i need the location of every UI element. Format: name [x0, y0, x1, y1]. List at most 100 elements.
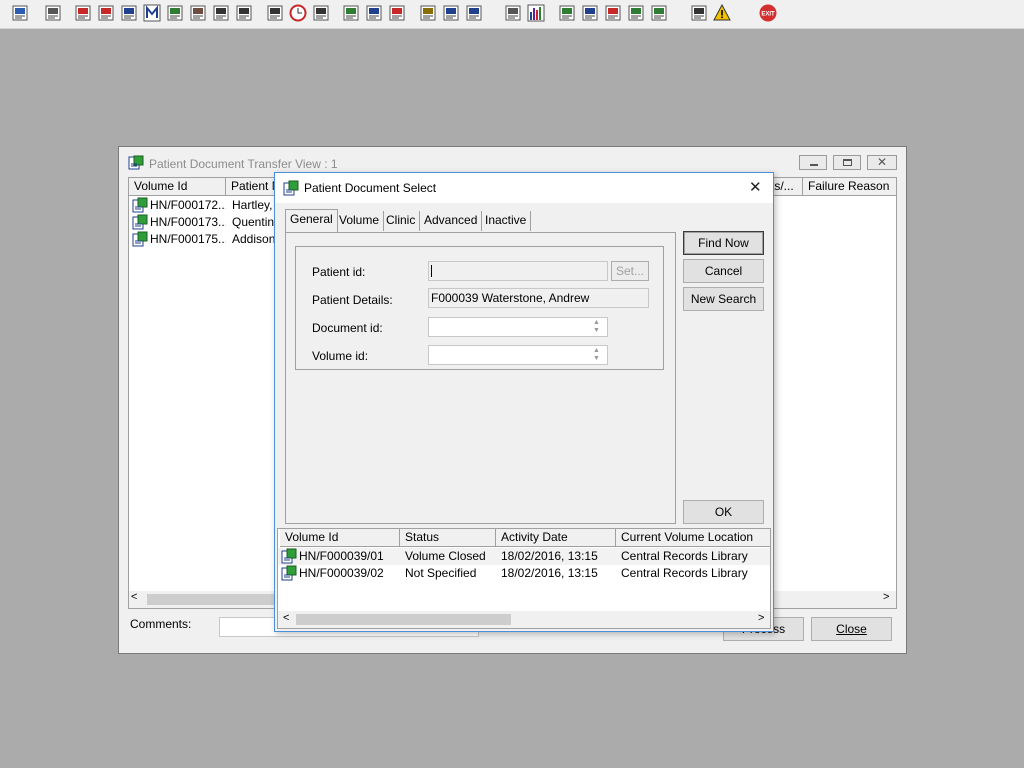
volume-document-icon — [132, 231, 148, 247]
car-icon — [442, 4, 460, 22]
window-title: Patient Document Transfer View : 1 — [149, 157, 338, 171]
volume-document-icon — [281, 565, 297, 581]
patient-details-label: Patient Details: — [312, 293, 393, 307]
results-list: Volume Id Status Activity Date Current V… — [277, 528, 771, 629]
check-doc-button[interactable] — [579, 2, 601, 24]
set-button[interactable]: Set... — [611, 261, 649, 281]
column-header-patient[interactable]: Patient N — [226, 178, 278, 196]
form-button[interactable] — [363, 2, 385, 24]
user-button[interactable] — [9, 2, 31, 24]
tab-volume[interactable]: Volume — [335, 211, 385, 231]
maximize-button[interactable] — [833, 155, 861, 170]
result-row[interactable]: HN/F000039/01 Volume Closed 18/02/2016, 13… — [278, 548, 770, 565]
patient-document-select-dialog: Patient Document Select ✕ General Volume… — [274, 172, 774, 632]
cell-volume-id: HN/F000039/01 — [299, 549, 384, 563]
results-header-status[interactable]: Status — [400, 529, 496, 547]
minimize-button[interactable] — [799, 155, 827, 170]
phone-icon — [212, 4, 230, 22]
file-edit-button[interactable] — [95, 2, 117, 24]
transfer-app-icon — [128, 155, 144, 171]
results-scroll-left-arrow[interactable]: < — [283, 612, 289, 624]
monitor-button[interactable] — [310, 2, 332, 24]
cell-volume-id: HN/F000172... — [150, 198, 226, 212]
tab-inactive[interactable]: Inactive — [481, 211, 532, 231]
route-button[interactable] — [602, 2, 624, 24]
phone-alt-button[interactable] — [233, 2, 255, 24]
scroll-left-arrow[interactable]: < — [131, 591, 137, 603]
check-doc-icon — [581, 4, 599, 22]
page-button[interactable] — [502, 2, 524, 24]
printer-icon — [44, 4, 62, 22]
results-header-volume-id[interactable]: Volume Id — [280, 529, 400, 547]
main-toolbar: EXIT — [0, 0, 1024, 29]
scroll-right-arrow[interactable]: > — [883, 591, 889, 603]
exit-button[interactable]: EXIT — [757, 2, 779, 24]
column-header-volume-id[interactable]: Volume Id — [129, 178, 226, 196]
document-id-spinner-icon[interactable]: ▲ ▼ — [593, 319, 600, 335]
column-header-failure-reason[interactable]: Failure Reason — [803, 178, 897, 196]
people-button[interactable] — [463, 2, 485, 24]
volume-id-field[interactable]: ▲ ▼ — [428, 345, 608, 365]
patient-id-label: Patient id: — [312, 265, 366, 279]
globe-icon — [388, 4, 406, 22]
volume-document-icon — [132, 214, 148, 230]
document-id-field[interactable]: ▲ ▼ — [428, 317, 608, 337]
person-icon — [166, 4, 184, 22]
general-tab-page: Patient id: Set... Patient Details: F000… — [285, 232, 676, 524]
find-now-button[interactable]: Find Now — [683, 231, 764, 255]
comments-label: Comments: — [130, 617, 192, 631]
volume-id-spinner-icon[interactable]: ▲ ▼ — [593, 347, 600, 363]
tab-general[interactable]: General — [285, 209, 338, 232]
cell-patient: Quentin, — [232, 215, 278, 229]
close-window-button[interactable]: ✕ — [867, 155, 897, 170]
result-row[interactable]: HN/F000039/02 Not Specified 18/02/2016, 13… — [278, 565, 770, 582]
notepad-button[interactable] — [187, 2, 209, 24]
cell-volume-id: HN/F000039/02 — [299, 566, 384, 580]
mail-m-button[interactable] — [141, 2, 163, 24]
swap-icon — [690, 4, 708, 22]
results-scroll-right-arrow[interactable]: > — [758, 612, 764, 624]
column-header-results[interactable]: ts/... — [769, 178, 803, 196]
dialog-close-icon[interactable]: ✕ — [749, 178, 762, 196]
bar-chart-button[interactable] — [525, 2, 547, 24]
new-search-button[interactable]: New Search — [683, 287, 764, 311]
printer-button[interactable] — [42, 2, 64, 24]
list-button[interactable] — [417, 2, 439, 24]
books-button[interactable] — [72, 2, 94, 24]
phone-button[interactable] — [210, 2, 232, 24]
chart-doc-button[interactable] — [340, 2, 362, 24]
results-header-location[interactable]: Current Volume Location — [616, 529, 771, 547]
tab-advanced[interactable]: Advanced — [420, 211, 483, 231]
tab-clinic[interactable]: Clinic — [382, 211, 421, 231]
clock-button[interactable] — [287, 2, 309, 24]
transfer-button[interactable] — [625, 2, 647, 24]
search-doc-button[interactable] — [264, 2, 286, 24]
ok-button[interactable]: OK — [683, 500, 764, 524]
card-index-button[interactable] — [118, 2, 140, 24]
user-icon — [11, 4, 29, 22]
warning-button[interactable] — [711, 2, 733, 24]
globe-button[interactable] — [386, 2, 408, 24]
phone-alt-icon — [235, 4, 253, 22]
swap-button[interactable] — [688, 2, 710, 24]
transfer-alt-button[interactable] — [648, 2, 670, 24]
world-icon — [558, 4, 576, 22]
dialog-app-icon — [283, 180, 299, 196]
results-header-activity-date[interactable]: Activity Date — [496, 529, 616, 547]
close-button[interactable]: Close — [811, 617, 892, 641]
cell-location: Central Records Library — [621, 549, 748, 563]
world-button[interactable] — [556, 2, 578, 24]
clock-icon — [289, 4, 307, 22]
page-icon — [504, 4, 522, 22]
volume-document-icon — [281, 548, 297, 564]
bar-chart-icon — [527, 4, 545, 22]
results-scroll-thumb[interactable] — [296, 614, 511, 625]
results-horizontal-scrollbar[interactable]: < > — [278, 611, 770, 628]
car-button[interactable] — [440, 2, 462, 24]
volume-document-icon — [132, 197, 148, 213]
scroll-thumb[interactable] — [147, 594, 277, 605]
mail-m-icon — [143, 4, 161, 22]
cancel-button[interactable]: Cancel — [683, 259, 764, 283]
patient-id-field[interactable] — [428, 261, 608, 281]
person-button[interactable] — [164, 2, 186, 24]
